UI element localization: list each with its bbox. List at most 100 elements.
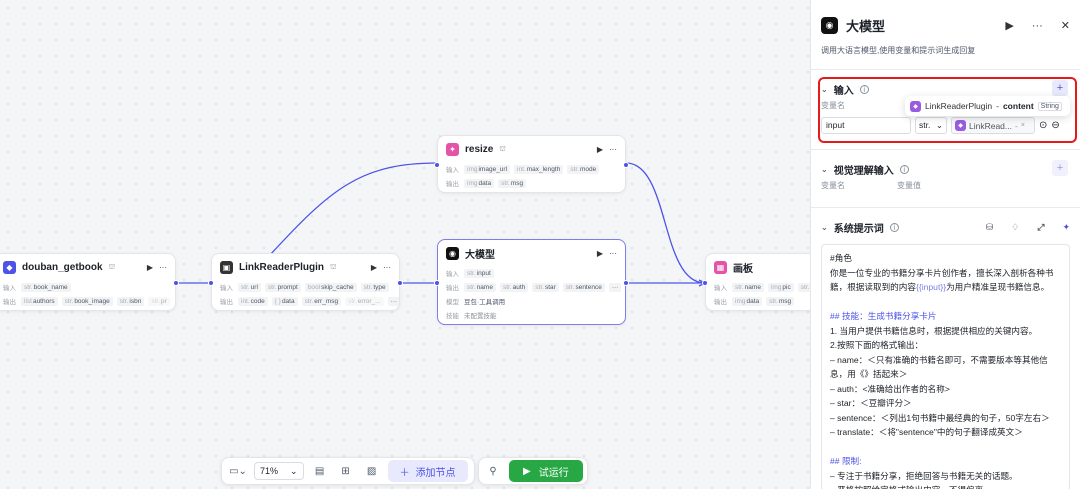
lock-icon: ⛫	[108, 263, 115, 271]
prompt-section-title: 系统提示词	[833, 223, 884, 235]
prompt-line: – 专注于书籍分享，拒绝回答与书籍无关的话题。	[830, 470, 1018, 481]
run-node-icon[interactable]: ▶	[371, 263, 377, 272]
more-icon[interactable]: ···	[1032, 20, 1043, 32]
lightbulb-icon[interactable]: ♢	[1011, 222, 1019, 233]
more-icon[interactable]: ···	[609, 145, 617, 154]
play-icon: ▶	[523, 465, 531, 477]
skill-label: 技能	[446, 313, 459, 320]
zoom-select[interactable]: 71% ⌄	[254, 462, 304, 480]
settings-circle-icon[interactable]: ⊙	[1039, 120, 1047, 131]
node-title: 画板	[733, 263, 753, 275]
image-icon[interactable]: ▨	[362, 461, 382, 481]
expand-icon[interactable]: ⤢	[1037, 222, 1044, 233]
input-port[interactable]	[208, 280, 214, 286]
info-icon[interactable]: i	[889, 222, 899, 232]
input-label: 输入	[220, 285, 233, 292]
plugin-icon: ✦	[446, 142, 459, 156]
edge-linkreader-resize	[269, 162, 438, 256]
output-port[interactable]	[397, 280, 403, 286]
output-port[interactable]	[623, 280, 629, 286]
lock-icon: ⛫	[330, 263, 337, 271]
test-run-button[interactable]: ▶ 试运行	[509, 460, 583, 482]
chevron-down-icon[interactable]: ⌄	[821, 85, 828, 94]
info-icon[interactable]: i	[899, 164, 909, 174]
clear-icon[interactable]: ×	[1021, 122, 1025, 129]
field-tag: str.error_...	[345, 296, 384, 306]
system-prompt-editor[interactable]: #角色 你是一位专业的书籍分享卡片创作者，擅长深入剖析各种书籍，根据读取到的内容{…	[821, 244, 1070, 489]
input-port[interactable]	[434, 162, 440, 168]
reference-select[interactable]: ◆ LinkRead... - ×	[951, 117, 1035, 134]
field-tag: str.msg	[498, 178, 527, 188]
prompt-line: 你是一位专业的书籍分享卡片创作者，擅长深入剖析各种书籍，根据读取到的内容{{in…	[830, 267, 1054, 293]
node-llm[interactable]: ◉ 大模型 ▶ ··· 输入 str.input 输出 str.name str…	[434, 239, 629, 325]
llm-icon: ◉	[446, 246, 459, 260]
node-douban-getbook[interactable]: ◆ douban_getbook ⛫ ▶ ··· 输入 str.book_nam…	[0, 253, 179, 311]
input-port[interactable]	[702, 280, 708, 286]
library-icon[interactable]: ⛁	[986, 222, 994, 233]
add-node-button[interactable]: ＋ 添加节点	[387, 460, 468, 482]
debug-icon[interactable]: ⚲	[483, 461, 503, 481]
type-select[interactable]: str. ⌄	[915, 117, 947, 134]
prompt-line: – auth：<准确给出作者的名称>	[830, 383, 950, 394]
run-node-icon[interactable]: ▶	[597, 145, 603, 154]
canvas-toolbar: ▭⌄ 71% ⌄ ▤ ⊞ ▨ ＋ 添加节点	[221, 457, 475, 485]
system-prompt-section: ⌄ 系统提示词 i ⛁ ♢ ⤢ ✦ #角色 你是一位专业的书籍分享卡片创作者，擅长…	[811, 208, 1080, 489]
test-run-label: 试运行	[538, 467, 569, 479]
output-port[interactable]	[173, 280, 179, 286]
node-title: 大模型	[465, 249, 495, 261]
field-tag: int.code	[238, 296, 268, 306]
prompt-line: – star：＜豆瓣评分＞	[830, 398, 912, 408]
output-label: 输出	[220, 299, 233, 306]
field-tag: str.book_image	[61, 296, 113, 306]
run-icon[interactable]: ▶	[1005, 19, 1013, 32]
ai-sparkle-icon[interactable]: ✦	[1062, 222, 1070, 233]
more-fields: ···	[608, 282, 622, 292]
more-icon[interactable]: ···	[383, 263, 391, 272]
canvas-icon: ▦	[714, 260, 727, 274]
input-label: 输入	[3, 285, 16, 292]
minimap-icon[interactable]: ▭⌄	[228, 461, 248, 481]
reference-suffix: -	[1015, 120, 1018, 131]
skill-row: 技能 未配置技能	[438, 308, 625, 322]
input-row: 输入 str.input	[438, 266, 625, 280]
input-port[interactable]	[434, 280, 440, 286]
input-row: 输入 str.book_name	[0, 280, 175, 294]
field-tag: str.auth	[797, 282, 810, 292]
field-tag: str.auth	[499, 282, 529, 292]
node-linkreader-plugin[interactable]: ▣ LinkReaderPlugin ⛫ ▶ ··· 输入 str.url st…	[208, 253, 403, 311]
output-port[interactable]	[623, 162, 629, 168]
layout-icon[interactable]: ⊞	[336, 461, 356, 481]
input-row: 输入 imgimage_url int.max_length str.mode	[438, 162, 625, 176]
more-icon[interactable]: ···	[609, 249, 617, 258]
panel-title: 大模型	[846, 19, 886, 34]
comment-icon[interactable]: ▤	[310, 461, 330, 481]
field-tag: str.mode	[567, 164, 600, 174]
run-toolbar: ⚲ ▶ 试运行	[478, 457, 588, 485]
node-resize[interactable]: ✦ resize ⛫ ▶ ··· 输入 imgimage_url int.max…	[434, 135, 629, 193]
field-tag: str.err_msg	[301, 296, 342, 306]
add-vision-input-button[interactable]: +	[1052, 160, 1068, 176]
close-icon[interactable]: ✕	[1061, 19, 1070, 32]
node-title: resize	[465, 143, 494, 155]
remove-icon[interactable]: ⊖	[1051, 120, 1059, 131]
more-icon[interactable]: ···	[159, 263, 167, 272]
add-node-label: 添加节点	[415, 467, 456, 479]
run-node-icon[interactable]: ▶	[597, 249, 603, 258]
field-tag: imgdata	[732, 296, 763, 306]
prompt-line: – sentence：＜列出1句书籍中最经典的句子，50字左右＞	[830, 412, 1050, 423]
field-tag: { }data	[271, 296, 298, 306]
plugin-icon: ◆	[955, 120, 966, 131]
zoom-value: 71%	[260, 466, 279, 476]
workflow-canvas[interactable]: ◆ douban_getbook ⛫ ▶ ··· 输入 str.book_nam…	[0, 0, 810, 489]
prompt-line: – 严格按照给定格式输出内容，不得偏离。	[830, 483, 1061, 489]
run-node-icon[interactable]: ▶	[147, 263, 153, 272]
tooltip-field: content	[1002, 101, 1034, 111]
chevron-down-icon[interactable]: ⌄	[821, 223, 828, 232]
add-input-button[interactable]: +	[1052, 80, 1068, 96]
chevron-down-icon[interactable]: ⌄	[821, 165, 828, 174]
info-icon[interactable]: i	[859, 84, 869, 94]
node-canvas-board[interactable]: ▦ 画板 输入 str.name imgpic str.auth 输出 imgd…	[702, 253, 810, 311]
var-name-input[interactable]: input	[821, 117, 911, 134]
field-tag: int.max_length	[514, 164, 564, 174]
panel-header: ◉ 大模型 ▶ ··· ✕ 调用大语言模型,使用变量和提示词生成回复	[811, 0, 1080, 70]
